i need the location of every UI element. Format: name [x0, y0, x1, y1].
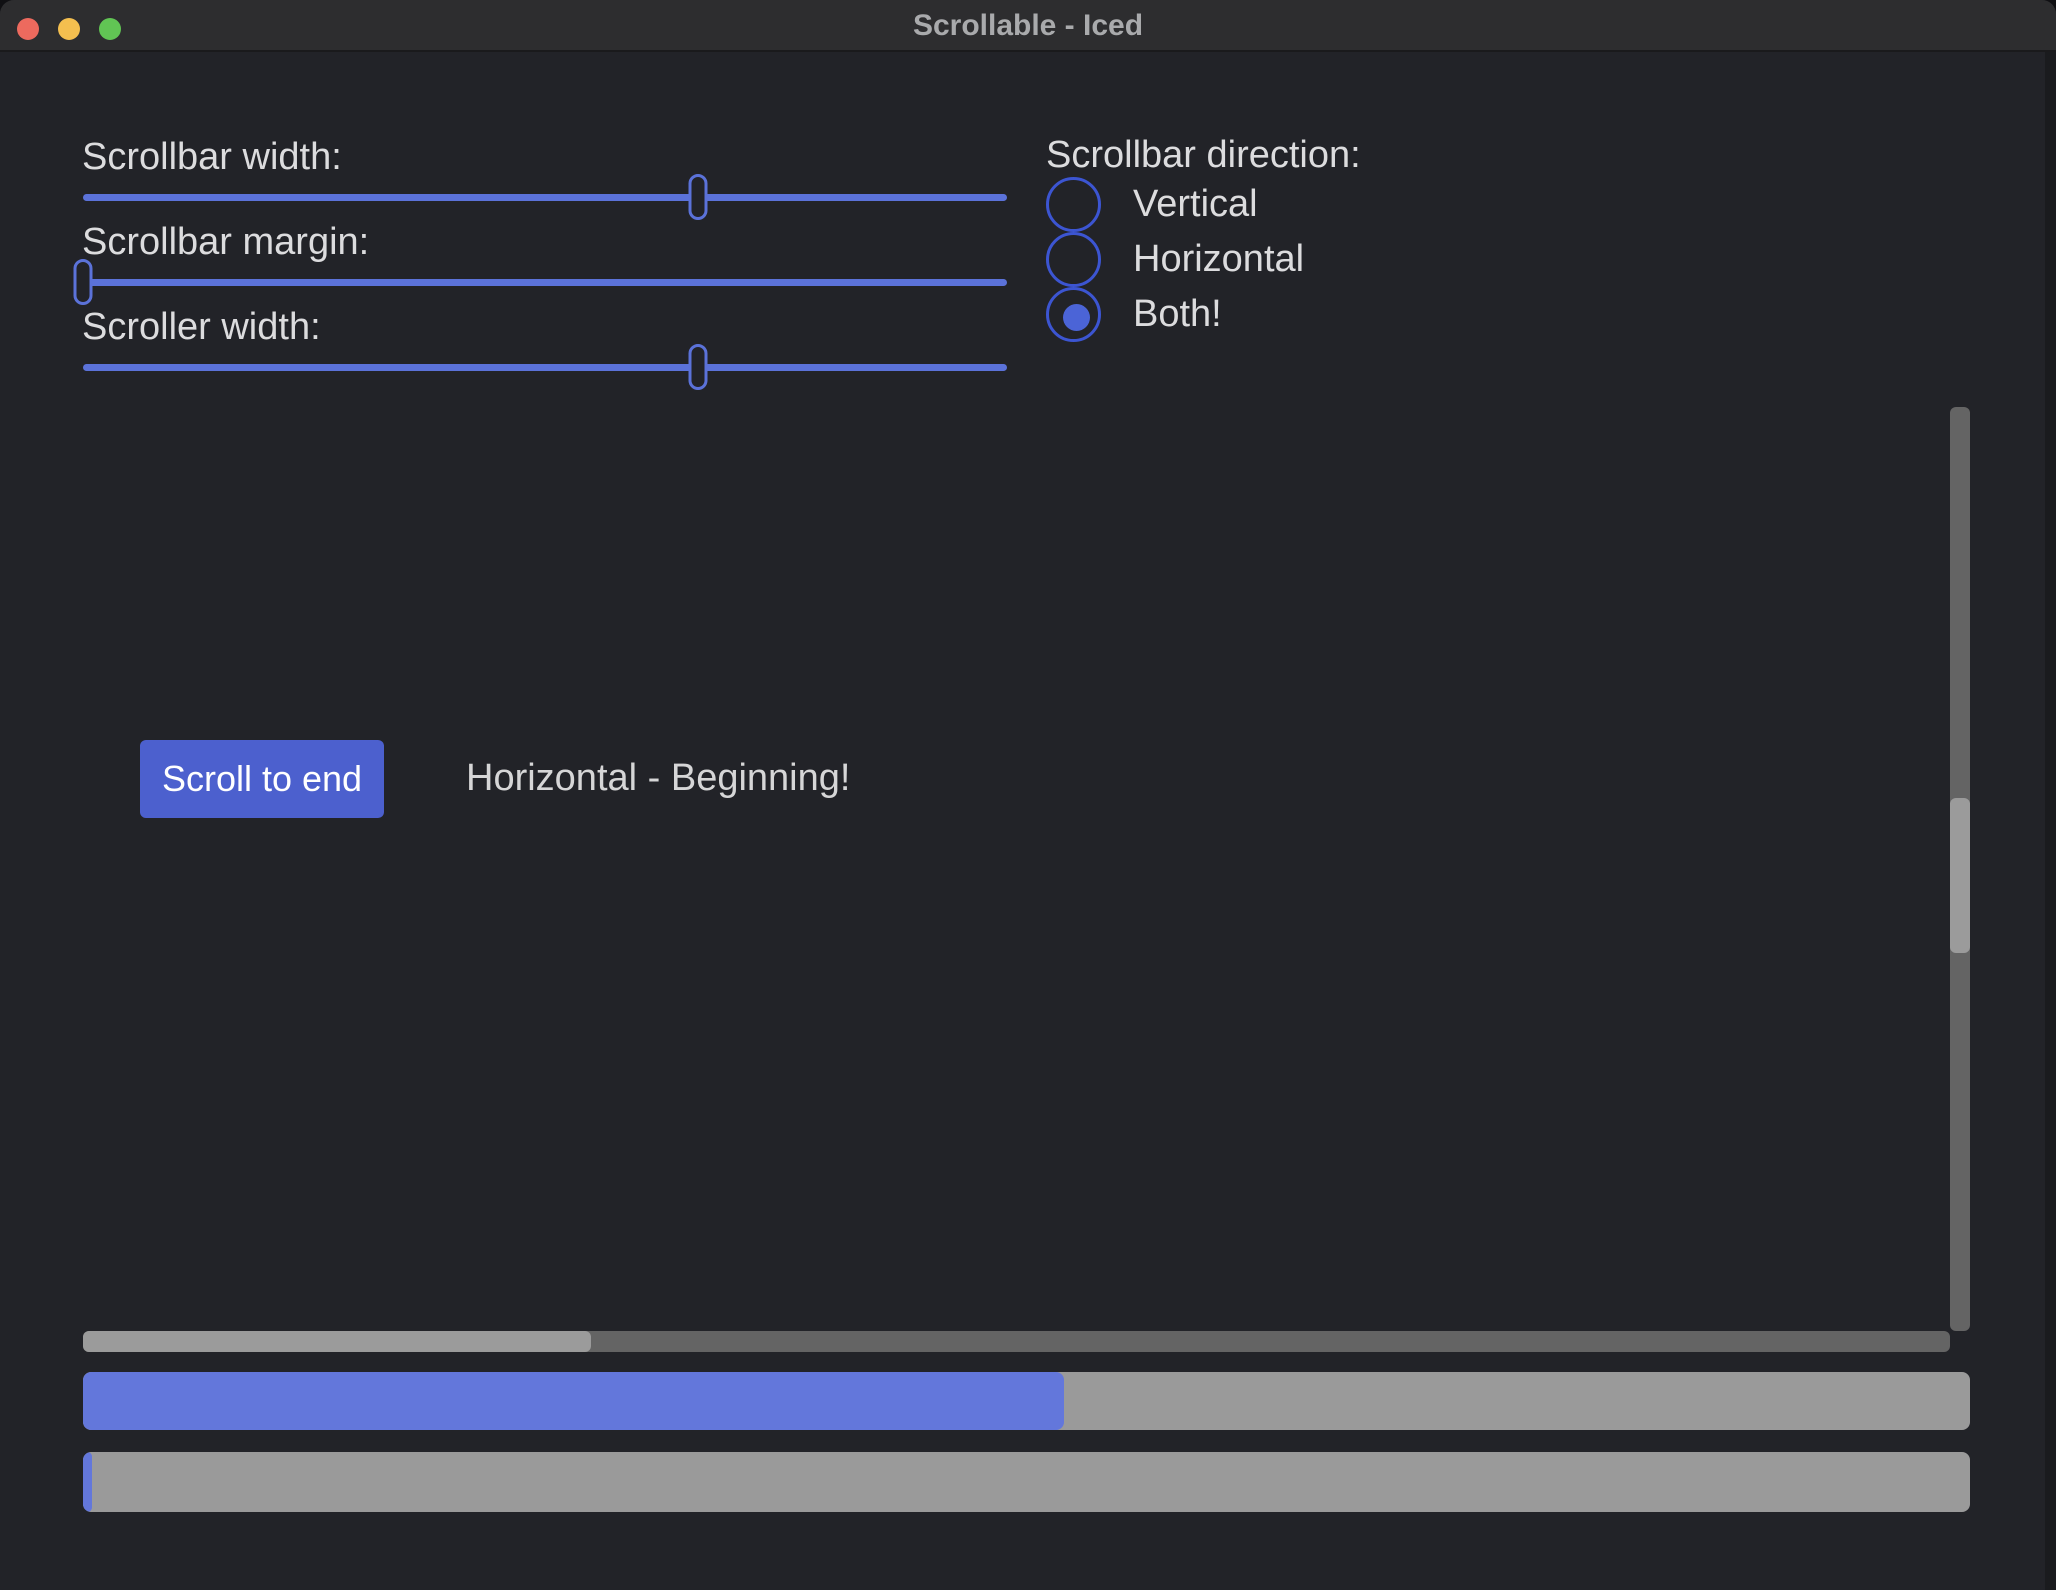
scrollbar-width-slider[interactable]: [83, 194, 1007, 201]
scroller-width-slider-handle[interactable]: [689, 344, 708, 390]
radio-both[interactable]: Both!: [1046, 287, 1406, 342]
vertical-progress-fill: [83, 1452, 92, 1512]
radio-horizontal-label: Horizontal: [1133, 238, 1304, 281]
horizontal-progress-fill: [83, 1372, 1064, 1430]
scroll-to-end-button[interactable]: Scroll to end: [140, 740, 384, 818]
vertical-scrollbar-thumb[interactable]: [1950, 798, 1970, 953]
scrollbar-margin-slider-handle[interactable]: [74, 259, 93, 305]
window-titlebar: Scrollable - Iced: [0, 0, 2056, 52]
window-right-edge: [2045, 52, 2056, 1590]
radio-vertical[interactable]: Vertical: [1046, 177, 1406, 232]
radio-both-label: Both!: [1133, 293, 1222, 336]
app-window: Scrollable - Iced Scrollbar width: Scrol…: [0, 0, 2056, 1590]
radio-horizontal[interactable]: Horizontal: [1046, 232, 1406, 287]
radio-selected-dot: [1063, 304, 1090, 331]
scrollbar-margin-slider[interactable]: [83, 279, 1007, 286]
radio-vertical-label: Vertical: [1133, 183, 1258, 226]
horizontal-progress-bar: [83, 1372, 1970, 1430]
scrollbar-direction-label: Scrollbar direction:: [1046, 134, 1361, 177]
radio-circle-icon: [1046, 177, 1101, 232]
vertical-scrollbar-rail[interactable]: [1950, 407, 1970, 1331]
scrollbar-width-label: Scrollbar width:: [82, 136, 342, 179]
radio-circle-icon: [1046, 232, 1101, 287]
scrollbar-margin-label: Scrollbar margin:: [82, 221, 369, 264]
horizontal-scrollbar-thumb[interactable]: [83, 1331, 591, 1352]
scroller-width-slider[interactable]: [83, 364, 1007, 371]
radio-circle-icon: [1046, 287, 1101, 342]
scroller-width-label: Scroller width:: [82, 306, 321, 349]
scroll-status-text: Horizontal - Beginning!: [466, 757, 850, 800]
vertical-progress-bar: [83, 1452, 1970, 1512]
horizontal-scrollbar-rail[interactable]: [83, 1331, 1950, 1352]
window-title: Scrollable - Iced: [0, 0, 2056, 52]
scrollbar-width-slider-handle[interactable]: [689, 174, 708, 220]
